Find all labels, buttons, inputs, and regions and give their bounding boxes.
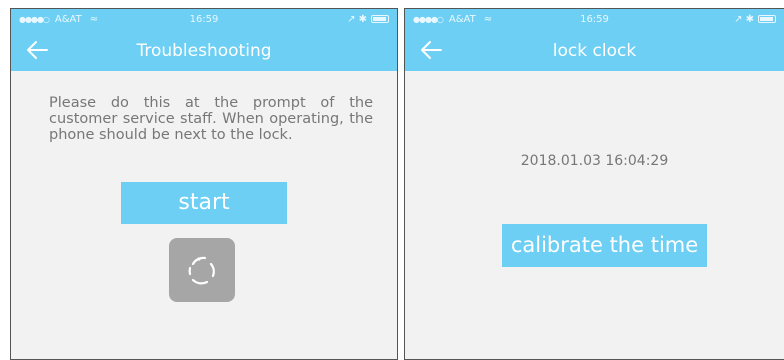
battery-icon	[758, 15, 776, 23]
lock-datetime: 2018.01.03 16:04:29	[520, 153, 669, 169]
battery-icon	[371, 15, 389, 23]
spinner-svg	[188, 256, 215, 285]
status-bar: ●●●●○ A&AT ≈ 16:59 ↗ ✱	[19, 11, 389, 27]
status-time: 16:59	[580, 13, 609, 25]
header-bar: ●●●●○ A&AT ≈ 16:59 ↗ ✱ Troubleshooting	[11, 9, 397, 71]
loading-spinner-icon	[169, 238, 235, 302]
calibrate-time-button[interactable]: calibrate the time	[502, 224, 707, 267]
start-button[interactable]: start	[121, 182, 287, 224]
lock-clock-screen: ●●●●○ A&AT ≈ 16:59 ↗ ✱ lock clock 2018.0…	[404, 8, 784, 360]
status-time: 16:59	[189, 13, 219, 25]
instructions-text: Please do this at the prompt of the cust…	[49, 95, 373, 143]
page-title: lock clock	[552, 41, 637, 61]
troubleshooting-screen: ●●●●○ A&AT ≈ 16:59 ↗ ✱ Troubleshooting P…	[10, 8, 398, 360]
status-bar: ●●●●○ A&AT ≈ 16:59 ↗ ✱	[413, 11, 776, 27]
header-bar: ●●●●○ A&AT ≈ 16:59 ↗ ✱ lock clock	[405, 9, 784, 71]
page-title: Troubleshooting	[136, 41, 272, 61]
